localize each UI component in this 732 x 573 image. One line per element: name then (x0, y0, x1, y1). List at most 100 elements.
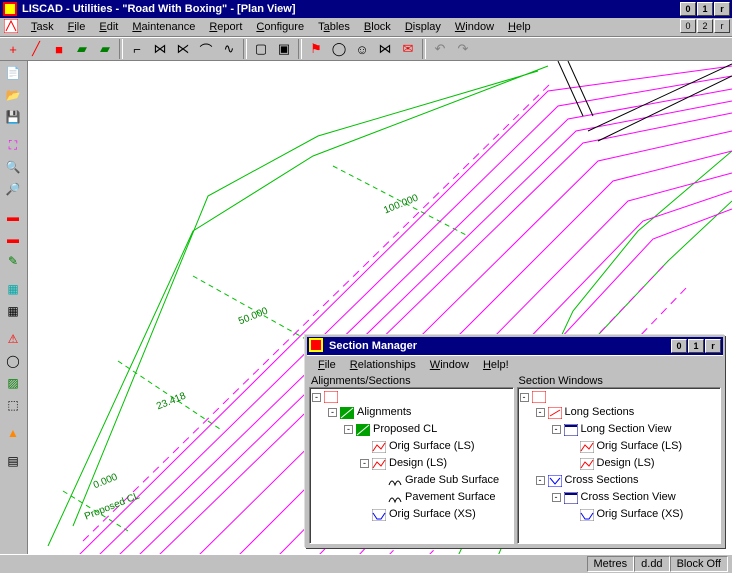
tool-person-icon[interactable]: ☺ (351, 39, 373, 59)
tree-label: Orig Surface (LS) (597, 438, 683, 455)
tree-node[interactable]: -Long Sections (520, 404, 719, 421)
zoom-out-icon[interactable]: 🔎 (2, 179, 24, 199)
tool-redo-icon[interactable]: ↷ (452, 39, 474, 59)
tree-toggle-icon[interactable]: - (536, 408, 545, 417)
tree-node[interactable]: -Alignments (312, 404, 511, 421)
new-icon[interactable]: 📄 (2, 63, 24, 83)
tool-box2-icon[interactable]: ▣ (273, 39, 295, 59)
sm-close-button[interactable]: r (705, 339, 721, 353)
tool-undo-icon[interactable]: ↶ (429, 39, 451, 59)
menu-help[interactable]: Help (501, 20, 538, 34)
menu-maintenance[interactable]: Maintenance (125, 20, 202, 34)
sm-menu-window[interactable]: Window (423, 358, 476, 372)
window-title: LISCAD - Utilities - "Road With Boxing" … (22, 3, 680, 15)
layer2-icon[interactable]: ▬ (2, 229, 24, 249)
tool-point-icon[interactable]: + (2, 39, 24, 59)
section-manager-window[interactable]: Section Manager 0 1 r File Relationships… (305, 335, 725, 548)
tool-curve-icon[interactable]: ∿ (218, 39, 240, 59)
tool-circle-icon[interactable]: ◯ (328, 39, 350, 59)
tree-toggle-icon[interactable]: - (552, 425, 561, 434)
tree-toggle-icon[interactable]: - (360, 459, 369, 468)
menu-window[interactable]: Window (448, 20, 501, 34)
app-icon (2, 1, 18, 17)
tree-node[interactable]: Orig Surface (XS) (312, 506, 511, 523)
grid2-icon[interactable]: ▦ (2, 301, 24, 321)
section-manager-titlebar[interactable]: Section Manager 0 1 r (307, 337, 723, 355)
sm-menu-help[interactable]: Help! (476, 358, 516, 372)
minimize-button[interactable]: 0 (680, 2, 696, 16)
tree-node[interactable]: Orig Surface (XS) (520, 506, 719, 523)
tool-flag-icon[interactable]: ⚑ (305, 39, 327, 59)
alignments-panel-title: Alignments/Sections (309, 375, 514, 387)
menu-file[interactable]: File (61, 20, 93, 34)
section-manager-menubar: File Relationships Window Help! (307, 355, 723, 373)
tree-toggle-icon[interactable]: - (344, 425, 353, 434)
sm-maximize-button[interactable]: 1 (688, 339, 704, 353)
mdi-restore-button[interactable]: 2 (697, 19, 713, 33)
tree-label: Cross Section View (581, 489, 676, 506)
menu-display[interactable]: Display (398, 20, 448, 34)
tool-line-icon[interactable]: ╱ (25, 39, 47, 59)
tool-a-icon[interactable]: ⬚ (2, 395, 24, 415)
tree-node[interactable]: Design (LS) (520, 455, 719, 472)
tree-node[interactable]: Orig Surface (LS) (312, 438, 511, 455)
sm-menu-file[interactable]: File (311, 358, 343, 372)
pencil-icon[interactable]: ✎ (2, 251, 24, 271)
tree-toggle-icon[interactable]: - (520, 393, 529, 402)
tree-node[interactable]: Pavement Surface (312, 489, 511, 506)
tool-rect-icon[interactable]: ■ (48, 39, 70, 59)
sm-menu-relationships[interactable]: Relationships (343, 358, 423, 372)
tree-node[interactable]: - (520, 390, 719, 404)
tree-node[interactable]: Grade Sub Surface (312, 472, 511, 489)
save-icon[interactable]: 💾 (2, 107, 24, 127)
app2-icon[interactable]: ▲ (2, 423, 24, 443)
tool-node2-icon[interactable]: ⋉ (172, 39, 194, 59)
section-windows-panel-title: Section Windows (517, 375, 722, 387)
tree-node[interactable]: - (312, 390, 511, 404)
close-button[interactable]: r (714, 2, 730, 16)
maximize-button[interactable]: 1 (697, 2, 713, 16)
tree-toggle-icon[interactable]: - (536, 476, 545, 485)
sm-minimize-button[interactable]: 0 (671, 339, 687, 353)
menu-edit[interactable]: Edit (92, 20, 125, 34)
fit-icon[interactable]: ⛶ (2, 135, 24, 155)
tree-toggle-icon[interactable]: - (552, 493, 561, 502)
warn-icon[interactable]: ⚠ (2, 329, 24, 349)
menu-task[interactable]: Task (24, 20, 61, 34)
grid1-icon[interactable]: ▦ (2, 279, 24, 299)
tool-doc-icon[interactable]: ▰ (71, 39, 93, 59)
tool-arc-icon[interactable]: ⌒ (195, 39, 217, 59)
tool-doc2-icon[interactable]: ▰ (94, 39, 116, 59)
mdi-icon[interactable] (4, 19, 18, 36)
tool-mail-icon[interactable]: ✉ (397, 39, 419, 59)
tree-node[interactable]: -Design (LS) (312, 455, 511, 472)
tree-label: Orig Surface (XS) (597, 506, 684, 523)
mdi-close-button[interactable]: r (714, 19, 730, 33)
layer1-icon[interactable]: ▬ (2, 207, 24, 227)
hatch-icon[interactable]: ▨ (2, 373, 24, 393)
tool-seg-icon[interactable]: ⌐ (126, 39, 148, 59)
tree-node[interactable]: -Proposed CL (312, 421, 511, 438)
tree-node[interactable]: - Cross Section View (520, 489, 719, 506)
tree-node[interactable]: -Long Section View (520, 421, 719, 438)
tool-node1-icon[interactable]: ⋈ (149, 39, 171, 59)
surf-icon (387, 491, 403, 505)
tree-node[interactable]: Orig Surface (LS) (520, 438, 719, 455)
section-windows-tree[interactable]: --Long Sections-Long Section ViewOrig Su… (517, 387, 722, 544)
open-icon[interactable]: 📂 (2, 85, 24, 105)
tree-node[interactable]: -Cross Sections (520, 472, 719, 489)
chart-icon[interactable]: ▤ (2, 451, 24, 471)
tool-box1-icon[interactable]: ▢ (250, 39, 272, 59)
alignments-tree[interactable]: --Alignments-Proposed CLOrig Surface (LS… (309, 387, 514, 544)
menu-report[interactable]: Report (202, 20, 249, 34)
zoom-in-icon[interactable]: 🔍 (2, 157, 24, 177)
section-windows-panel: Section Windows --Long Sections-Long Sec… (517, 375, 722, 544)
menu-block[interactable]: Block (357, 20, 398, 34)
menu-configure[interactable]: Configure (249, 20, 311, 34)
tool-net-icon[interactable]: ⋈ (374, 39, 396, 59)
circle2-icon[interactable]: ◯ (2, 351, 24, 371)
tree-toggle-icon[interactable]: - (312, 393, 321, 402)
tree-toggle-icon[interactable]: - (328, 408, 337, 417)
mdi-minimize-button[interactable]: 0 (680, 19, 696, 33)
menu-tables[interactable]: Tables (311, 20, 357, 34)
